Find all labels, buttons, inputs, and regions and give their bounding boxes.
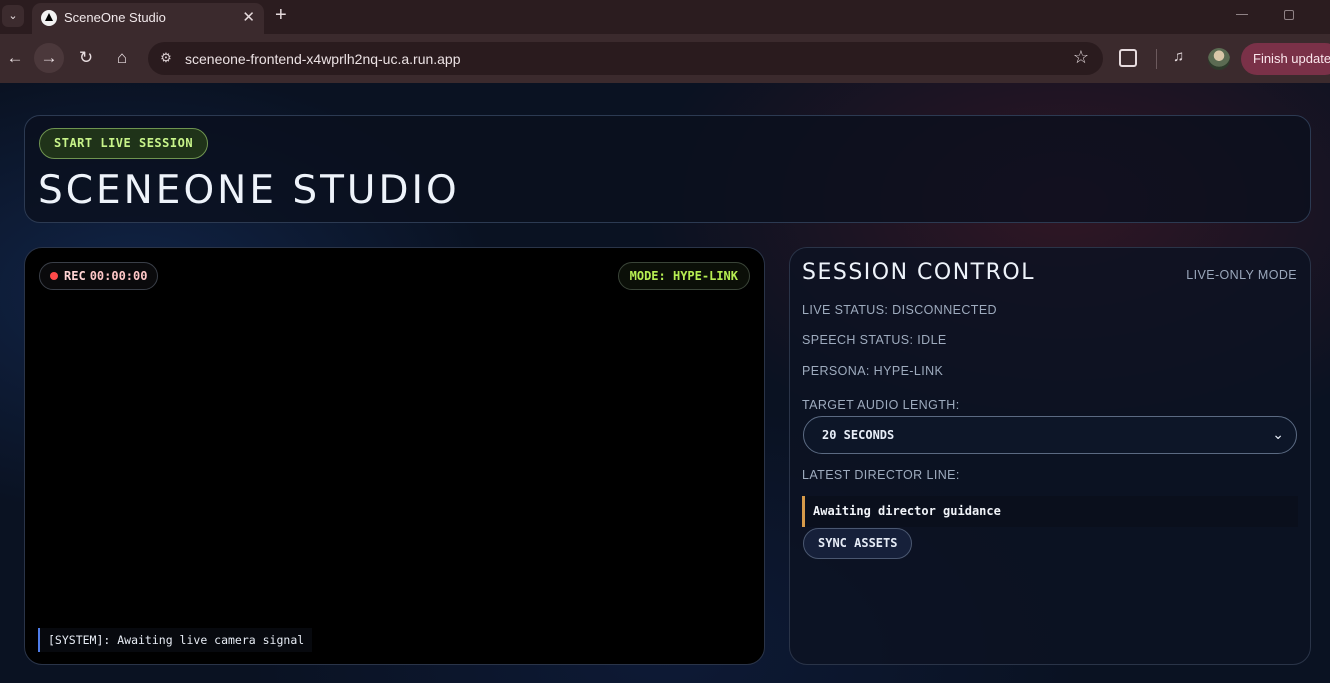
audio-length-select[interactable]: 20 SECONDS ⌄ — [803, 416, 1297, 454]
tab-title: SceneOne Studio — [64, 10, 166, 25]
triangle-logo-icon — [41, 10, 57, 26]
bookmark-star-icon[interactable]: ☆ — [1073, 47, 1089, 68]
page-content: START LIVE SESSION SCENEONE STUDIO REC 00… — [0, 83, 1330, 683]
mode-badge: MODE: HYPE-LINK — [617, 262, 750, 290]
camera-stage: REC 00:00:00 MODE: HYPE-LINK [SYSTEM]: Aw… — [24, 247, 765, 665]
back-icon[interactable]: ← — [0, 43, 30, 73]
toolbar-divider — [1156, 49, 1157, 69]
home-icon[interactable]: ⌂ — [107, 43, 137, 73]
recording-dot-icon — [50, 272, 58, 280]
media-control-icon[interactable]: ♫ — [1173, 48, 1184, 65]
start-live-session-button[interactable]: START LIVE SESSION — [39, 128, 209, 159]
sync-assets-button[interactable]: SYNC ASSETS — [803, 528, 913, 559]
address-bar[interactable]: ⚙ sceneone-frontend-x4wprlh2nq-uc.a.run.… — [148, 42, 1103, 75]
session-control-panel: SESSION CONTROL LIVE-ONLY MODE LIVE STAT… — [789, 247, 1311, 665]
profile-avatar[interactable] — [1208, 48, 1230, 70]
rec-label: REC — [64, 269, 86, 283]
finish-update-button[interactable]: Finish update — [1241, 43, 1330, 75]
page-title: SCENEONE STUDIO — [38, 168, 460, 213]
header-card: START LIVE SESSION SCENEONE STUDIO — [24, 115, 1311, 223]
close-tab-icon[interactable]: ✕ — [242, 8, 255, 26]
tab-search-chevron-icon[interactable]: ⌄ — [2, 5, 24, 27]
address-url[interactable]: sceneone-frontend-x4wprlh2nq-uc.a.run.ap… — [185, 51, 461, 67]
browser-tab[interactable]: SceneOne Studio ✕ — [32, 3, 264, 34]
live-only-mode-tag: LIVE-ONLY MODE — [1186, 268, 1297, 282]
minimize-window-icon[interactable] — [1236, 14, 1248, 15]
recording-indicator: REC 00:00:00 — [39, 262, 159, 290]
new-tab-icon[interactable]: + — [275, 4, 287, 27]
speech-status: SPEECH STATUS: IDLE — [802, 333, 947, 347]
forward-icon[interactable]: → — [34, 43, 64, 73]
director-line: Awaiting director guidance — [802, 496, 1298, 527]
persona-status: PERSONA: HYPE-LINK — [802, 364, 944, 378]
browser-toolbar: ← → ↻ ⌂ ⚙ sceneone-frontend-x4wprlh2nq-u… — [0, 34, 1330, 83]
site-info-icon[interactable]: ⚙ — [158, 50, 174, 66]
system-log-line: [SYSTEM]: Awaiting live camera signal — [38, 628, 313, 652]
chevron-down-icon: ⌄ — [1272, 426, 1284, 442]
audio-length-value: 20 SECONDS — [822, 428, 895, 442]
director-line-label: LATEST DIRECTOR LINE: — [802, 468, 960, 482]
rec-timer: 00:00:00 — [89, 269, 148, 283]
panel-title: SESSION CONTROL — [802, 260, 1035, 285]
restore-window-icon[interactable] — [1284, 10, 1294, 20]
live-status: LIVE STATUS: DISCONNECTED — [802, 303, 997, 317]
browser-tab-strip: ⌄ SceneOne Studio ✕ + — [0, 0, 1330, 34]
audio-length-label: TARGET AUDIO LENGTH: — [802, 398, 960, 412]
extensions-icon[interactable] — [1119, 49, 1137, 67]
reload-icon[interactable]: ↻ — [71, 43, 101, 73]
